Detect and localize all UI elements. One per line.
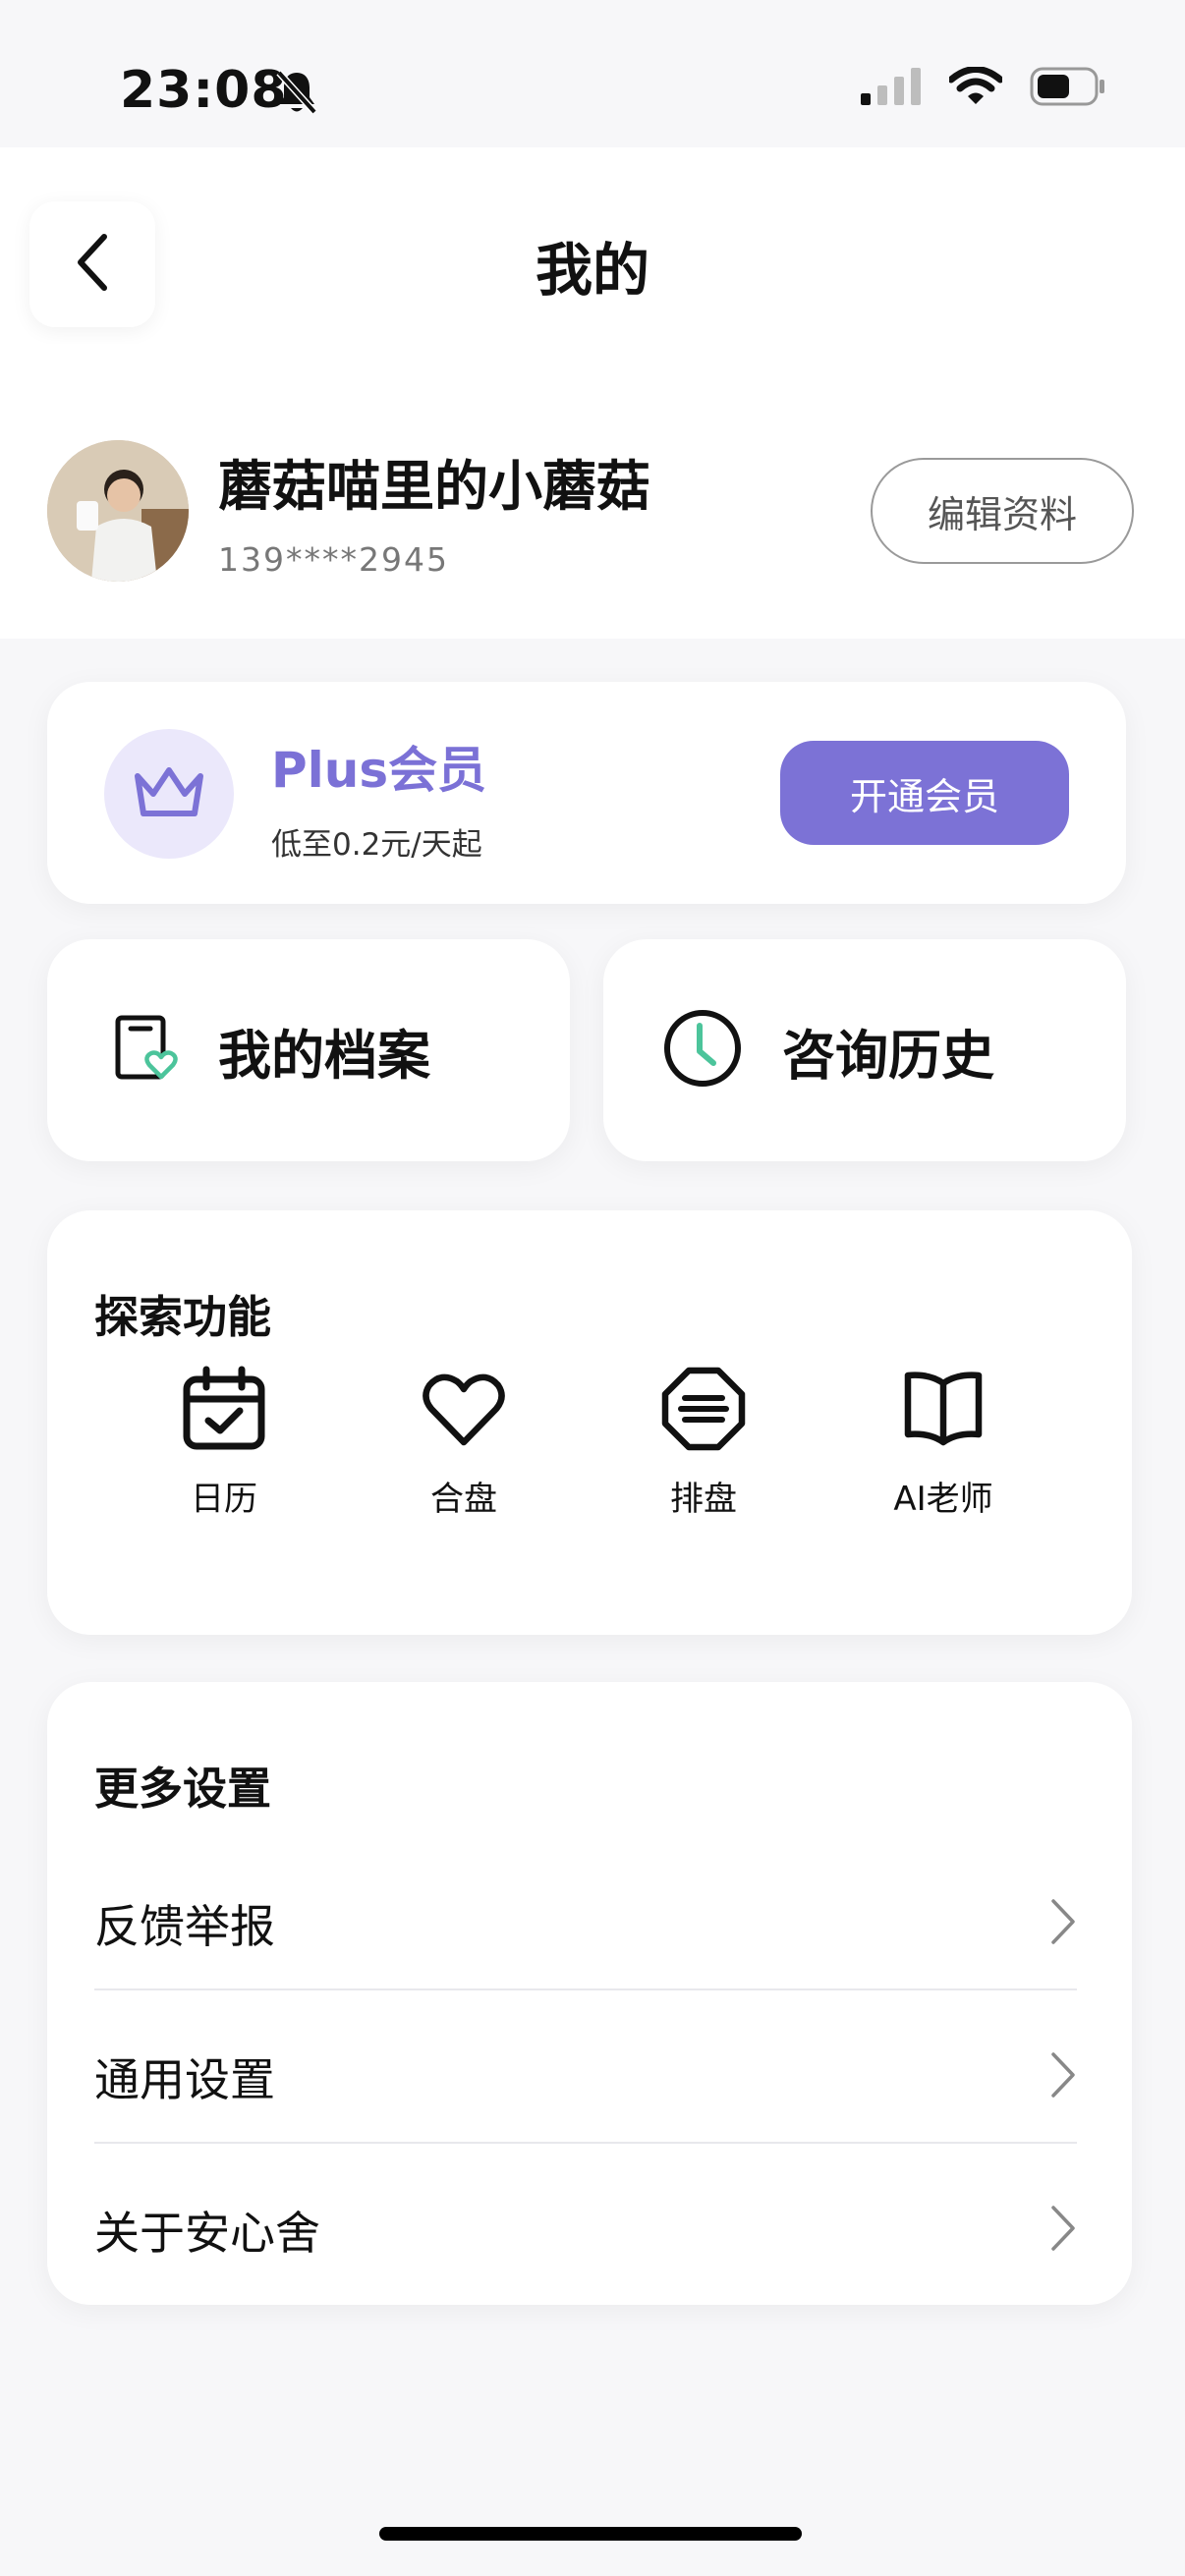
explore-item-label: 排盘: [670, 1480, 737, 1519]
home-indicator: [379, 2527, 802, 2541]
membership-title: Plus会员: [271, 742, 487, 799]
setting-item-feedback[interactable]: 反馈举报: [94, 1847, 1077, 2000]
setting-item-general[interactable]: 通用设置: [94, 2000, 1077, 2154]
explore-item-label: 合盘: [430, 1480, 497, 1519]
status-time: 23:08: [120, 61, 288, 120]
user-phone: 139****2945: [218, 540, 449, 579]
quick-action-label: 我的档案: [218, 1024, 430, 1087]
settings-title: 更多设置: [94, 1763, 272, 1815]
divider: [94, 2142, 1077, 2144]
explore-section: 探索功能 日历 合盘 排盘 AI老师: [47, 1210, 1132, 1635]
chart-badge-icon: [605, 1360, 802, 1458]
explore-item-label: AI老师: [893, 1480, 993, 1519]
page-title: 我的: [535, 237, 649, 304]
explore-item-match[interactable]: 合盘: [366, 1360, 562, 1520]
setting-item-about[interactable]: 关于安心舍: [94, 2154, 1077, 2307]
open-membership-button[interactable]: 开通会员: [780, 741, 1069, 845]
setting-item-label: 关于安心舍: [94, 2207, 320, 2260]
chevron-right-icon: [1049, 2204, 1077, 2257]
crown-icon-badge: [104, 729, 234, 859]
explore-item-ai-teacher[interactable]: AI老师: [845, 1360, 1042, 1520]
explore-item-chart[interactable]: 排盘: [605, 1360, 802, 1520]
consult-history-card[interactable]: 咨询历史: [603, 939, 1126, 1161]
profile-file-icon: [114, 1014, 179, 1087]
status-icons: [861, 66, 1106, 110]
membership-subtitle: 低至0.2元/天起: [271, 827, 482, 863]
edit-profile-button[interactable]: 编辑资料: [871, 458, 1134, 564]
settings-section: 更多设置 反馈举报 通用设置 关于安心舍: [47, 1682, 1132, 2305]
wifi-icon: [947, 66, 1004, 110]
setting-item-label: 通用设置: [94, 2053, 275, 2106]
calendar-icon: [126, 1360, 322, 1458]
quick-action-label: 咨询历史: [782, 1024, 994, 1087]
book-icon: [845, 1360, 1042, 1458]
clock-icon: [662, 1008, 743, 1092]
battery-icon: [1030, 67, 1106, 110]
chevron-right-icon: [1049, 1897, 1077, 1950]
explore-item-calendar[interactable]: 日历: [126, 1360, 322, 1520]
explore-item-label: 日历: [191, 1480, 257, 1519]
user-name: 蘑菇喵里的小蘑菇: [218, 455, 651, 518]
avatar[interactable]: [47, 440, 189, 582]
explore-title: 探索功能: [94, 1291, 272, 1343]
crown-icon: [132, 762, 206, 825]
chevron-right-icon: [1049, 2050, 1077, 2103]
divider: [94, 1988, 1077, 1990]
cellular-signal-icon: [861, 68, 922, 109]
membership-card: Plus会员 低至0.2元/天起 开通会员: [47, 682, 1126, 904]
heart-icon: [366, 1360, 562, 1458]
bell-muted-icon: [275, 69, 318, 120]
my-profile-file-card[interactable]: 我的档案: [47, 939, 570, 1161]
setting-item-label: 反馈举报: [94, 1900, 275, 1953]
